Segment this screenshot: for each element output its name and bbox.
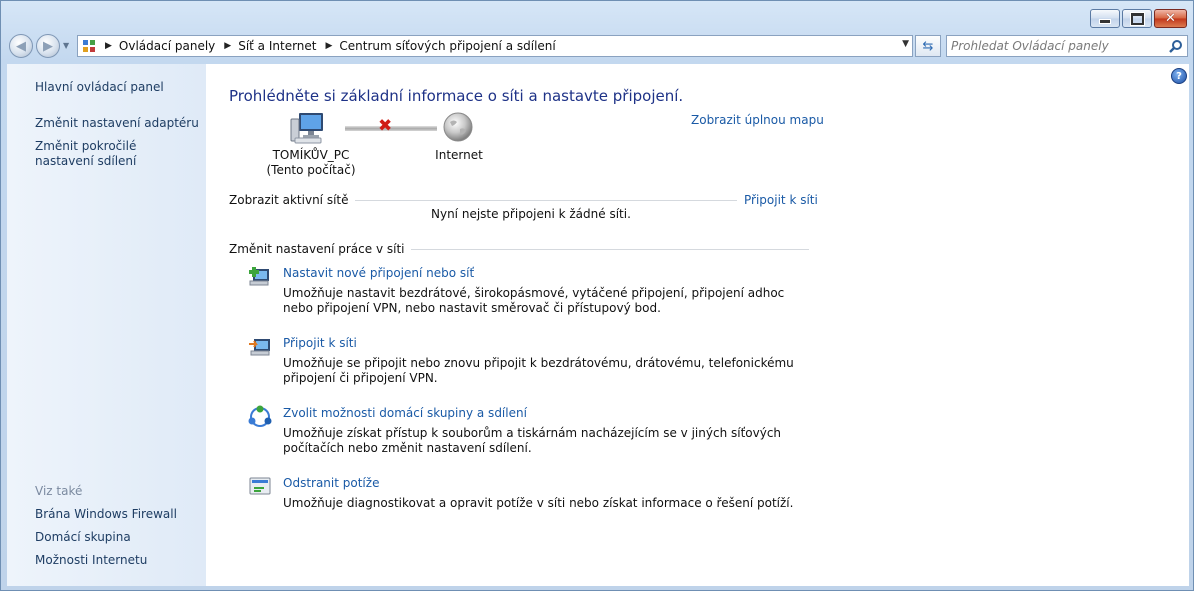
- breadcrumb-separator-icon[interactable]: ▶: [224, 41, 231, 51]
- maximize-button[interactable]: [1122, 9, 1152, 28]
- sidebar-item-advanced-sharing-settings[interactable]: Změnit pokročilé nastavení sdílení: [35, 139, 195, 169]
- search-input[interactable]: [951, 38, 1161, 54]
- task-pane: Hlavní ovládací panel Změnit nastavení a…: [7, 64, 206, 586]
- minimize-button[interactable]: [1090, 9, 1120, 28]
- connect-to-network-task-link[interactable]: Připojit k síti: [283, 336, 357, 350]
- connect-network-icon: [249, 339, 270, 356]
- forward-button[interactable]: ▶: [36, 34, 60, 58]
- recent-pages-dropdown[interactable]: ▼: [63, 41, 69, 50]
- page-title: Prohlédněte si základní informace o síti…: [229, 87, 684, 105]
- close-icon: ✕: [1165, 11, 1176, 26]
- arrow-left-icon: ◀: [16, 38, 26, 54]
- breadcrumb-control-panel[interactable]: Ovládací panely: [119, 39, 215, 53]
- see-also-windows-firewall[interactable]: Brána Windows Firewall: [35, 507, 177, 522]
- computer-subtitle: (Tento počítač): [266, 163, 356, 177]
- maximize-icon: [1129, 11, 1145, 26]
- sidebar-item-change-adapter-settings[interactable]: Změnit nastavení adaptéru: [35, 116, 199, 131]
- troubleshoot-link[interactable]: Odstranit potíže: [283, 476, 379, 490]
- troubleshoot-desc: Umožňuje diagnostikovat a opravit potíže…: [283, 496, 794, 510]
- sidebar-item-control-panel-home[interactable]: Hlavní ovládací panel: [35, 80, 164, 95]
- see-also-internet-options[interactable]: Možnosti Internetu: [35, 553, 147, 568]
- refresh-icon: ⇆: [922, 38, 934, 54]
- homegroup-sharing-link[interactable]: Zvolit možnosti domácí skupiny a sdílení: [283, 406, 527, 420]
- breadcrumb-network-sharing-center[interactable]: Centrum síťových připojení a sdílení: [339, 39, 555, 53]
- disconnected-icon[interactable]: ✖: [378, 118, 392, 135]
- homegroup-icon: [248, 405, 272, 427]
- full-map-link[interactable]: Zobrazit úplnou mapu: [691, 113, 824, 127]
- breadcrumb-separator-icon[interactable]: ▶: [105, 41, 112, 51]
- address-dropdown-icon[interactable]: ▼: [902, 39, 909, 49]
- internet-globe-icon[interactable]: [442, 111, 474, 143]
- internet-label: Internet: [435, 148, 483, 162]
- network-status-text: Nyní nejste připojeni k žádné síti.: [431, 207, 631, 221]
- homegroup-sharing-desc: Umožňuje získat přístup k souborům a tis…: [283, 426, 782, 455]
- computer-icon[interactable]: [289, 111, 325, 145]
- setup-new-connection-link[interactable]: Nastavit nové připojení nebo síť: [283, 266, 474, 280]
- refresh-button[interactable]: ⇆: [915, 35, 941, 57]
- arrow-right-icon: ▶: [43, 38, 53, 54]
- change-settings-title: Změnit nastavení práce v síti: [229, 242, 411, 256]
- connect-to-network-link[interactable]: Připojit k síti: [737, 193, 818, 207]
- help-icon[interactable]: ?: [1171, 68, 1187, 84]
- minimize-icon: [1099, 19, 1111, 24]
- search-icon[interactable]: [1168, 39, 1183, 54]
- new-connection-icon: [249, 267, 269, 286]
- breadcrumb-separator-icon[interactable]: ▶: [326, 41, 333, 51]
- control-panel-icon: [83, 40, 95, 52]
- close-button[interactable]: ✕: [1154, 9, 1187, 28]
- address-bar[interactable]: ▶ Ovládací panely ▶ Síť a Internet ▶ Cen…: [77, 35, 913, 57]
- connect-to-network-desc: Umožňuje se připojit nebo znovu připojit…: [283, 356, 794, 385]
- active-networks-title: Zobrazit aktivní sítě: [229, 193, 355, 207]
- computer-name: TOMÍKŮV_PC: [272, 148, 350, 162]
- see-also-homegroup[interactable]: Domácí skupina: [35, 530, 131, 545]
- see-also-label: Viz také: [35, 484, 83, 498]
- troubleshoot-icon: [249, 477, 271, 495]
- explorer-window: ✕ ◀ ▶ ▼ ▶ Ovládací panely ▶ Síť a Intern…: [0, 0, 1194, 591]
- search-box[interactable]: [946, 35, 1188, 57]
- breadcrumb-network-internet[interactable]: Síť a Internet: [238, 39, 316, 53]
- back-button[interactable]: ◀: [9, 34, 33, 58]
- setup-new-connection-desc: Umožňuje nastavit bezdrátové, širokopásm…: [283, 286, 785, 315]
